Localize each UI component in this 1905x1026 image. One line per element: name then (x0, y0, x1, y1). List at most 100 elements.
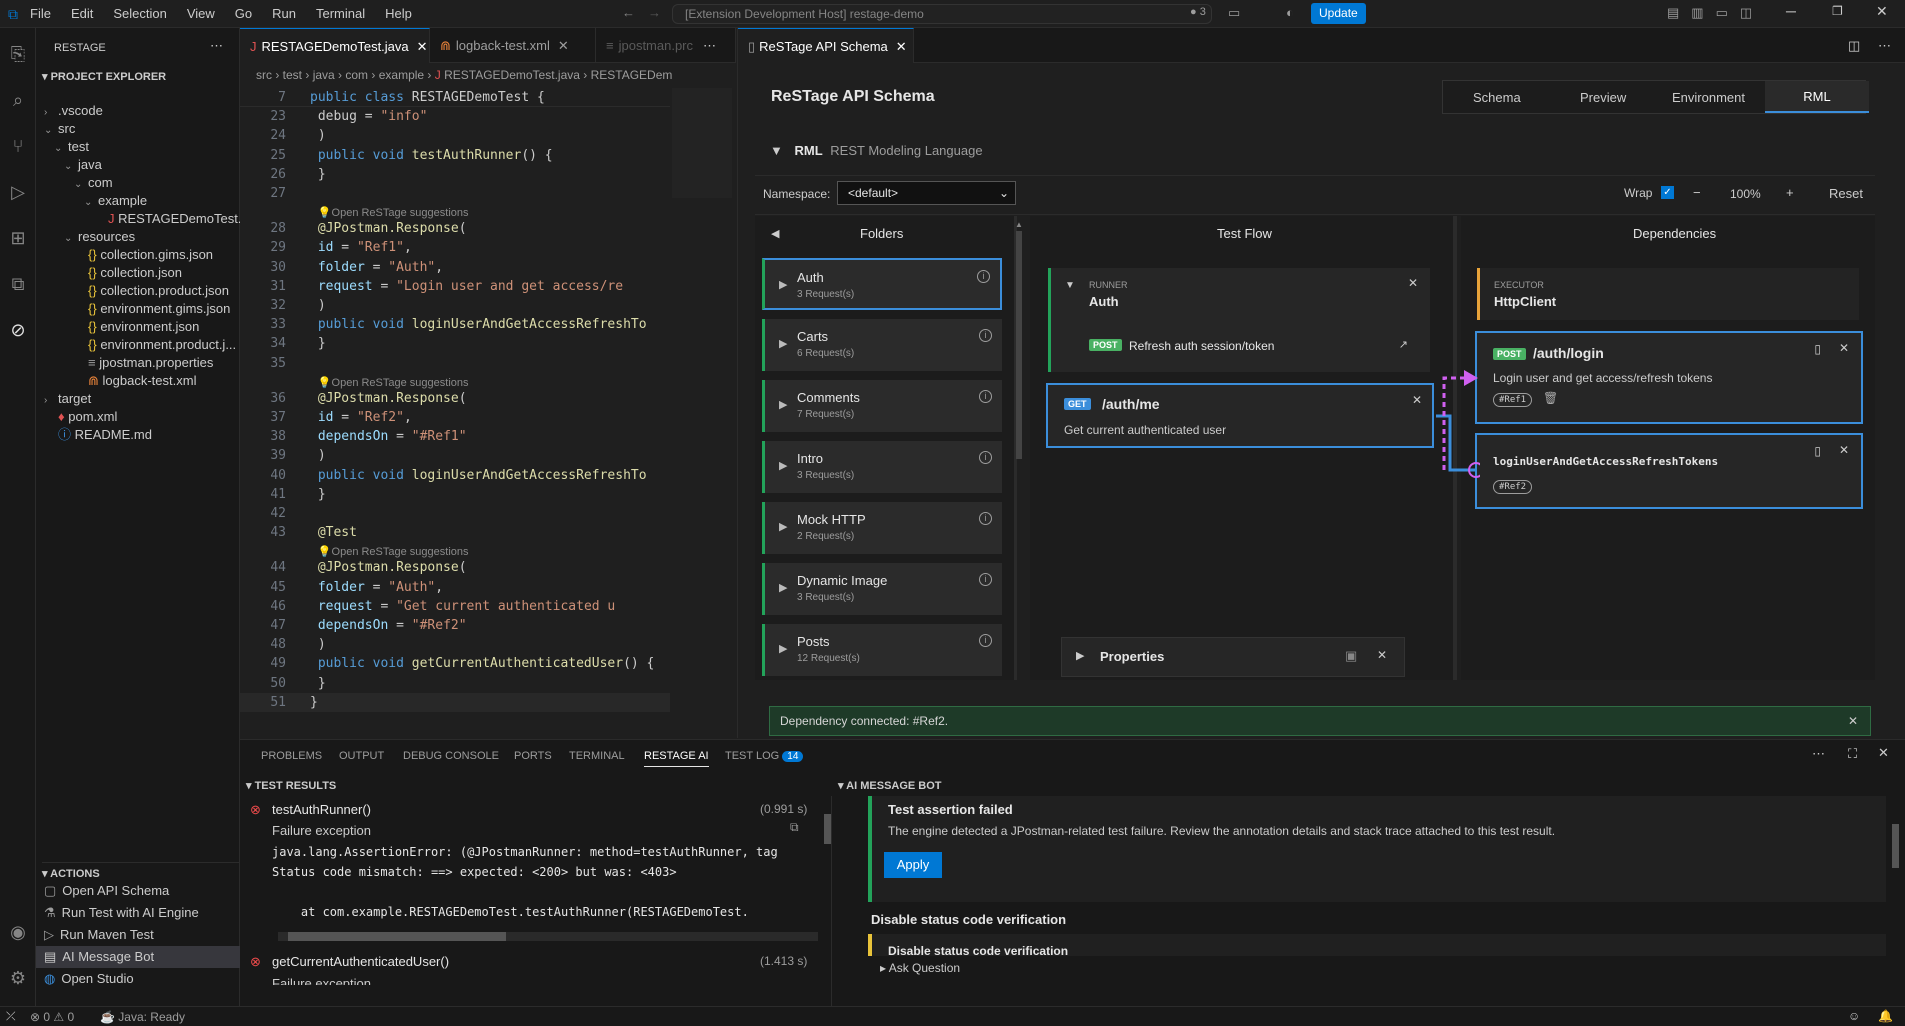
play-icon[interactable]: ▶ (779, 398, 787, 411)
action-ai-message-bot[interactable]: ▤ AI Message Bot (36, 946, 240, 968)
vertical-scrollbar[interactable] (1892, 796, 1900, 986)
close-icon[interactable]: ✕ (1839, 443, 1849, 457)
forward-arrow-icon[interactable]: → (648, 5, 661, 20)
tab-restage-ai[interactable]: RESTAGE AI (644, 750, 709, 767)
folders-scrollbar[interactable]: ▲ (1015, 220, 1023, 680)
menu-terminal[interactable]: Terminal (316, 6, 365, 21)
close-icon[interactable]: ✕ (417, 39, 428, 54)
back-arrow-icon[interactable]: ← (622, 5, 635, 20)
dependency-card-ref2[interactable]: loginUserAndGetAccessRefreshTokens #Ref2… (1475, 433, 1863, 509)
minimize-button[interactable]: ─ (1786, 3, 1796, 19)
more-icon[interactable]: ⋯ (703, 38, 716, 53)
info-icon[interactable]: i (979, 573, 992, 586)
problems-indicator[interactable]: ⊗ 0 ⚠ 0 (30, 1010, 74, 1024)
folder-item[interactable]: ▶ Posts 12 Request(s) i (762, 624, 1002, 676)
menu-edit[interactable]: Edit (71, 6, 93, 21)
zoom-in-button[interactable]: + (1786, 185, 1794, 200)
crumb[interactable]: test (283, 68, 302, 82)
ai-bot-header[interactable]: ▾ AI MESSAGE BOT (838, 779, 942, 792)
project-explorer-header[interactable]: ▾ PROJECT EXPLORER (42, 70, 166, 83)
play-icon[interactable]: ▶ (779, 278, 787, 291)
actions-header[interactable]: ▾ ACTIONS (42, 862, 240, 880)
close-panel-icon[interactable]: ✕ (1878, 745, 1889, 761)
namespace-select[interactable]: <default> ⌄ (837, 181, 1016, 205)
tab-test-log[interactable]: TEST LOG 14 (725, 750, 804, 762)
more-actions-icon[interactable]: ⋯ (1812, 746, 1825, 762)
tab-schema[interactable]: Schema (1473, 90, 1521, 105)
action-run-test-ai[interactable]: ⚗ Run Test with AI Engine (44, 902, 244, 924)
maximize-button[interactable]: ❐ (1832, 4, 1843, 18)
folder-item[interactable]: ▶ Comments 7 Request(s) i (762, 380, 1002, 432)
tab-output[interactable]: OUTPUT (339, 750, 384, 762)
split-editor-icon[interactable]: ◫ (1848, 38, 1860, 54)
wrap-checkbox[interactable]: ✓ (1661, 186, 1674, 199)
close-icon[interactable]: ✕ (1408, 276, 1418, 290)
folder-item[interactable]: ▶ Carts 6 Request(s) i (762, 319, 1002, 371)
close-icon[interactable]: ✕ (1377, 648, 1387, 662)
info-icon[interactable]: i (977, 270, 990, 283)
copilot-icon[interactable]: ☺ (1848, 1009, 1860, 1023)
copy-icon[interactable]: ⧉ (790, 820, 799, 835)
update-button[interactable]: Update (1311, 3, 1366, 24)
tab-rml[interactable]: RML (1765, 81, 1869, 113)
flow-request-card[interactable]: GET /auth/me Get current authenticated u… (1046, 383, 1434, 448)
trash-icon[interactable]: 🗑 (1543, 391, 1558, 405)
tab-jpostman-properties[interactable]: ≡ jpostman.prc ⋯ (596, 28, 736, 63)
collapse-left-icon[interactable]: ◀ (771, 227, 779, 240)
layout-controls[interactable]: ▤▥▭◫ (1667, 5, 1764, 21)
menu-view[interactable]: View (187, 6, 215, 21)
maximize-panel-icon[interactable]: ⛶ (1848, 746, 1857, 762)
explorer-icon[interactable]: ⎘ (4, 40, 32, 68)
close-window-button[interactable]: ✕ (1876, 3, 1888, 20)
play-icon[interactable]: ▶ (779, 642, 787, 655)
play-icon[interactable]: ▶ (779, 520, 787, 533)
folder-item[interactable]: ▶ Intro 3 Request(s) i (762, 441, 1002, 493)
menu-run[interactable]: Run (272, 6, 296, 21)
copy-icon[interactable]: ▯ (1814, 342, 1821, 356)
close-icon[interactable]: ✕ (1839, 341, 1849, 355)
restage-icon[interactable]: ⊘ (4, 316, 32, 344)
zoom-out-button[interactable]: − (1693, 185, 1701, 200)
chat-icon[interactable]: ▭ (1228, 5, 1240, 21)
menu-go[interactable]: Go (235, 6, 252, 21)
horizontal-scrollbar[interactable] (278, 932, 818, 941)
command-center[interactable]: [Extension Development Host] restage-dem… (672, 4, 1212, 24)
tab-logback-xml[interactable]: ⋒ logback-test.xml ✕ (430, 28, 596, 63)
ask-question-toggle[interactable]: ▸ Ask Question (880, 961, 960, 975)
menu-file[interactable]: File (30, 6, 51, 21)
account-icon[interactable]: ◐ (1286, 5, 1294, 20)
crumb[interactable]: RESTAGEDemoTest.java (444, 68, 580, 82)
play-icon[interactable]: ▶ (779, 459, 787, 472)
test-name[interactable]: getCurrentAuthenticatedUser() (272, 954, 449, 969)
tab-debug-console[interactable]: DEBUG CONSOLE (403, 750, 499, 762)
copy-icon[interactable]: ▯ (1814, 444, 1821, 458)
close-icon[interactable]: ✕ (558, 38, 569, 53)
properties-panel[interactable]: ▶ Properties ▣ ✕ (1061, 637, 1405, 677)
remote-icon[interactable]: ⧉ (4, 270, 32, 298)
java-status[interactable]: ☕ Java: Ready (100, 1010, 185, 1024)
executor-card[interactable]: EXECUTOR HttpClient (1477, 268, 1859, 320)
runner-card[interactable]: ▼ RUNNER Auth ✕ POST Refresh auth sessio… (1048, 268, 1430, 372)
close-icon[interactable]: ✕ (1412, 393, 1422, 407)
tree-item[interactable]: ⓘ README.md (44, 424, 244, 446)
source-control-icon[interactable]: ⑂ (4, 132, 32, 160)
account-icon[interactable]: ◉ (4, 918, 32, 946)
more-actions-icon[interactable]: ⋯ (1878, 38, 1891, 54)
tab-restagedemotest-java[interactable]: J RESTAGEDemoTest.java ✕ (240, 28, 430, 63)
tab-problems[interactable]: PROBLEMS (261, 750, 322, 762)
folder-item[interactable]: ▶ Dynamic Image 3 Request(s) i (762, 563, 1002, 615)
run-debug-icon[interactable]: ▷ (4, 178, 32, 206)
menu-help[interactable]: Help (385, 6, 412, 21)
folder-item[interactable]: ▶ Mock HTTP 2 Request(s) i (762, 502, 1002, 554)
close-icon[interactable]: ✕ (896, 39, 907, 54)
menu-selection[interactable]: Selection (113, 6, 166, 21)
extensions-icon[interactable]: ⊞ (4, 224, 32, 252)
test-results-header[interactable]: ▾ TEST RESULTS (246, 779, 336, 792)
crumb[interactable]: example (379, 68, 424, 82)
notification-count[interactable]: ● 3 (1190, 6, 1206, 18)
collapse-icon[interactable]: ▼ (1065, 280, 1075, 291)
folder-item[interactable]: ▶ Auth 3 Request(s) i (762, 258, 1002, 310)
info-icon[interactable]: i (979, 512, 992, 525)
tab-restage-api-schema[interactable]: ▯ ReSTage API Schema ✕ (738, 28, 914, 63)
apply-button[interactable]: Apply (884, 852, 942, 878)
